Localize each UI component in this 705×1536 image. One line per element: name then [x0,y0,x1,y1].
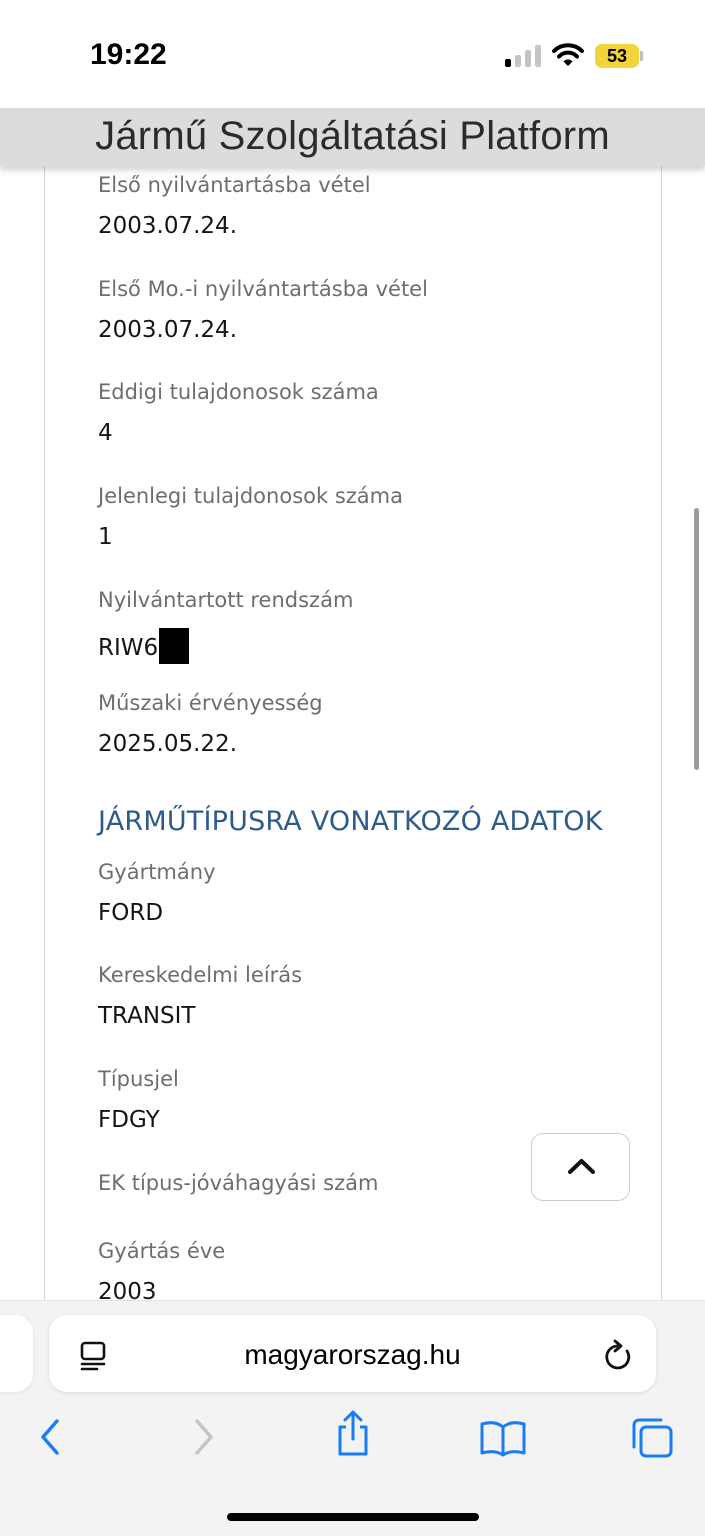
bookmarks-icon[interactable] [479,1419,527,1457]
share-icon[interactable] [333,1409,373,1457]
chevron-up-icon [568,1159,595,1174]
status-bar: 19:22 53 [0,0,705,108]
wifi-icon [552,43,584,66]
field-commercial-description: Kereskedelmi leírás TRANSIT [98,963,302,1029]
home-indicator[interactable] [227,1513,479,1521]
field-label: Műszaki érvényesség [98,691,323,715]
site-header: Jármű Szolgáltatási Platform [0,108,705,166]
url-text: magyarorszag.hu [244,1339,461,1370]
field-label: Jelenlegi tulajdonosok száma [98,484,403,508]
forward-icon[interactable] [192,1417,216,1457]
field-label: Nyilvántartott rendszám [98,588,354,612]
field-label: Első nyilvántartásba vétel [98,173,371,197]
field-ec-approval-number: EK típus-jóváhagyási szám [98,1171,378,1211]
field-value: 2025.05.22. [98,731,237,757]
page-scrollbar[interactable] [694,508,699,770]
signal-icon [505,45,541,67]
field-label: Eddigi tulajdonosok száma [98,380,379,404]
field-value: TRANSIT [98,1003,196,1029]
field-label: EK típus-jóváhagyási szám [98,1171,379,1195]
battery-icon: 53 [595,44,639,68]
vehicle-data-card: Első nyilvántartásba vétel 2003.07.24. E… [44,166,662,1300]
tabs-icon[interactable] [631,1417,675,1459]
field-first-registration: Első nyilvántartásba vétel 2003.07.24. [98,173,371,239]
field-value: 2003.07.24. [98,317,237,343]
battery-tip [640,51,643,61]
field-label: Első Mo.-i nyilvántartásba vétel [98,277,428,301]
plate-number-text: RIW6 [98,635,159,661]
field-label: Kereskedelmi leírás [98,963,303,987]
field-technical-validity: Műszaki érvényesség 2025.05.22. [98,691,323,757]
scroll-to-top-button[interactable] [531,1133,630,1201]
field-first-hu-registration: Első Mo.-i nyilvántartásba vétel 2003.07… [98,277,428,343]
field-plate-number: Nyilvántartott rendszám RIW6 [98,588,353,664]
field-make: Gyártmány FORD [98,860,216,926]
field-value: 4 [98,420,113,446]
back-icon[interactable] [38,1417,62,1457]
previous-tab-preview[interactable] [0,1315,33,1392]
field-value: 2003 [98,1279,157,1300]
field-value: 2003.07.24. [98,213,237,239]
field-value: FORD [98,900,164,926]
section-heading-vehicle-type: JÁRMŰTÍPUSRA VONATKOZÓ ADATOK [98,806,603,837]
page-title: Jármű Szolgáltatási Platform [95,114,610,158]
field-type-code: Típusjel FDGY [98,1067,179,1133]
field-value: 1 [98,524,113,550]
reload-icon[interactable] [603,1339,633,1371]
field-label: Gyártás éve [98,1239,226,1263]
field-label: Gyártmány [98,860,216,884]
status-time: 19:22 [90,38,167,71]
field-previous-owners: Eddigi tulajdonosok száma 4 [98,380,379,446]
address-bar[interactable]: magyarorszag.hu [49,1315,656,1392]
field-value: FDGY [98,1107,160,1133]
browser-toolbar: magyarorszag.hu [0,1300,705,1536]
field-label: Típusjel [98,1067,179,1091]
redaction-block [159,628,190,664]
field-current-owners: Jelenlegi tulajdonosok száma 1 [98,484,403,550]
field-manufacture-year: Gyártás éve 2003 [98,1239,225,1300]
field-value: RIW6 [98,628,353,664]
